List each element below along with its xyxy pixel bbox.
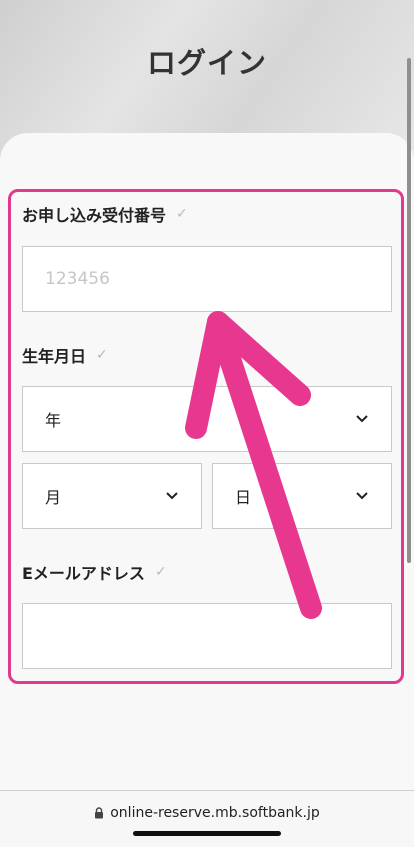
browser-address-bar[interactable]: online-reserve.mb.softbank.jp (0, 790, 414, 847)
page-title: ログイン (146, 46, 267, 80)
url-text: online-reserve.mb.softbank.jp (110, 805, 320, 821)
home-indicator (133, 831, 281, 836)
lock-icon (95, 807, 104, 819)
url-row[interactable]: online-reserve.mb.softbank.jp (0, 805, 414, 821)
scrollbar[interactable] (407, 58, 411, 563)
highlight-box (8, 189, 404, 684)
